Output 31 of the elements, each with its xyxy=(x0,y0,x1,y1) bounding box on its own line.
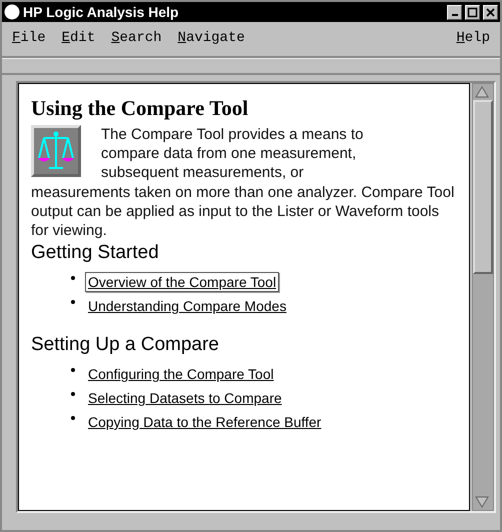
help-link[interactable]: Overview of the Compare Tool xyxy=(85,272,280,292)
menu-item[interactable]: Navigate xyxy=(178,30,245,46)
help-link[interactable]: Understanding Compare Modes xyxy=(85,296,290,316)
menu-item[interactable]: File xyxy=(12,30,46,46)
help-link[interactable]: Selecting Datasets to Compare xyxy=(85,388,285,408)
section-heading: Setting Up a Compare xyxy=(31,334,220,356)
minimize-button[interactable] xyxy=(447,4,462,20)
intro-paragraph: measurements taken on more than one analyzer. Compare Tool output can be applied as input to the Lister or Waveform tools for viewing. xyxy=(31,183,456,240)
bullet-icon xyxy=(71,276,75,280)
close-button[interactable] xyxy=(483,4,498,20)
bullet-icon xyxy=(71,300,75,304)
section-heading: Getting Started xyxy=(31,242,160,264)
menu-item[interactable]: Help xyxy=(456,30,490,46)
bullet-icon xyxy=(71,416,75,420)
scroll-down-icon[interactable] xyxy=(473,494,491,510)
menu-item[interactable]: Edit xyxy=(62,30,96,46)
scrollbar-thumb[interactable] xyxy=(473,100,493,274)
maximize-icon xyxy=(467,6,478,18)
help-link[interactable]: Configuring the Compare Tool xyxy=(85,364,277,384)
bullet-icon xyxy=(71,392,75,396)
scale-icon xyxy=(31,125,81,177)
page-heading: Using the Compare Tool xyxy=(31,96,250,121)
minimize-icon xyxy=(452,14,458,16)
window-title: HP Logic Analysis Help xyxy=(23,4,180,20)
logo-icon xyxy=(4,4,20,20)
bullet-icon xyxy=(71,368,75,372)
intro-paragraph: The Compare Tool provides a means to compare data from one measurement, subsequent measurements, or xyxy=(101,125,364,182)
help-link[interactable]: Copying Data to the Reference Buffer xyxy=(85,412,324,432)
close-icon xyxy=(485,6,496,18)
maximize-button[interactable] xyxy=(465,4,480,20)
menu-item[interactable]: Search xyxy=(111,30,162,46)
